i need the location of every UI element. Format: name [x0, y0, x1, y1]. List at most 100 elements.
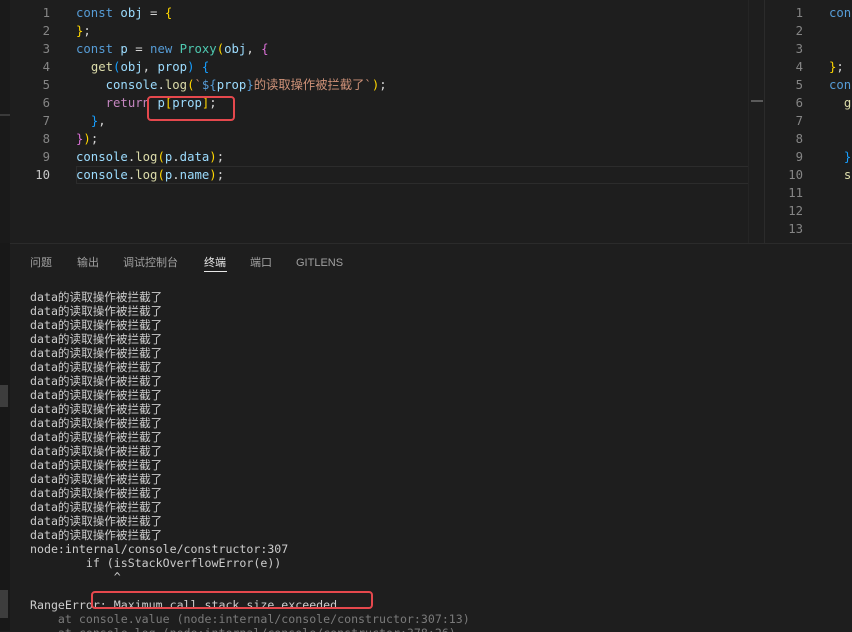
code-token: ` [194, 78, 202, 92]
code-token: ) [83, 132, 91, 146]
code-line[interactable]: 10 se [765, 166, 852, 184]
line-number: 10 [35, 168, 50, 182]
tab-1[interactable]: 输出 [77, 256, 99, 270]
code-token: ) [209, 150, 217, 164]
code-token: ${ [201, 78, 217, 92]
tab-2[interactable]: 调试控制台 [123, 256, 178, 270]
code-line[interactable]: 7 [765, 112, 852, 130]
code-line[interactable]: 9 console.log(p.data); [10, 148, 762, 166]
code-line[interactable]: 9 } [765, 148, 852, 166]
code-token: cons [829, 78, 852, 92]
editor-right-pane[interactable]: 1cons234};5cons6 ge789 }10 se111213 [764, 0, 852, 243]
code-line[interactable]: 8 [765, 130, 852, 148]
code-token: log [135, 150, 158, 164]
terminal-line: if (isStackOverflowError(e)) [30, 556, 282, 570]
code-token: { [261, 42, 269, 56]
code-line[interactable]: 1 const obj = { [10, 4, 762, 22]
terminal-line: data的读取操作被拦截了 [30, 360, 163, 374]
code-token: ; [83, 24, 91, 38]
code-token: ( [157, 168, 165, 182]
code-token: ; [836, 60, 844, 74]
tab-4[interactable]: 端口 [250, 256, 272, 270]
minimap[interactable] [748, 0, 765, 243]
code-line[interactable]: 1 cons [765, 4, 852, 22]
code-line[interactable]: 4 get(obj, prop) { [10, 58, 762, 76]
line-number: 12 [788, 204, 803, 218]
line-number: 6 [42, 96, 50, 110]
code-token: ( [157, 150, 165, 164]
terminal-line: data的读取操作被拦截了 [30, 318, 163, 332]
terminal-line: ^ [30, 570, 121, 584]
code-line[interactable]: 7 }, [10, 112, 762, 130]
line-number: 6 [795, 96, 803, 110]
terminal-line: data的读取操作被拦截了 [30, 528, 163, 542]
code-token: , [246, 42, 262, 56]
code-line[interactable]: 4}; [765, 58, 852, 76]
code-line[interactable]: 6 return p[prop]; [10, 94, 762, 112]
tab-5[interactable]: GITLENS [296, 256, 343, 270]
highlight-box-return [147, 96, 235, 121]
tab-3[interactable]: 终端 [204, 256, 226, 270]
code-token: p [120, 42, 128, 56]
code-line[interactable]: 13 [765, 220, 852, 238]
code-text: }, [76, 112, 106, 130]
code-token: obj [120, 60, 143, 74]
code-token: ge [843, 96, 852, 110]
code-editor[interactable]: 1 const obj = {2}; 3 const p = new Proxy(ob… [0, 0, 852, 243]
code-text: const p = new Proxy(obj, { [76, 40, 269, 58]
edge-marker [0, 590, 8, 618]
code-token: { [164, 6, 173, 20]
code-token: name [179, 168, 210, 182]
code-token: . [157, 78, 165, 92]
terminal-line: data的读取操作被拦截了 [30, 458, 163, 472]
terminal-line: data的读取操作被拦截了 [30, 514, 163, 528]
code-line[interactable]: 5 console.log(`${prop}的读取操作被拦截了`); [10, 76, 762, 94]
code-token: = [142, 6, 165, 20]
line-number: 1 [795, 6, 803, 20]
code-text: se [829, 166, 852, 184]
code-text: }; [829, 58, 844, 76]
editor-left-pane[interactable]: 1 const obj = {2}; 3 const p = new Proxy(ob… [10, 0, 762, 243]
bottom-panel: 问题 输出 调试控制台 终端 端口 GITLENS data的读取操作被拦截了 data的读… [10, 243, 852, 632]
code-token: obj [224, 42, 247, 56]
code-line[interactable]: 12 [765, 202, 852, 220]
code-line[interactable]: 2}; [10, 22, 762, 40]
code-token: . [172, 168, 180, 182]
code-token: log [135, 168, 158, 182]
terminal-line: data的读取操作被拦截了 [30, 416, 163, 430]
code-token: data [179, 150, 210, 164]
line-number: 2 [42, 24, 50, 38]
line-number: 9 [42, 150, 50, 164]
code-text: ge [829, 94, 852, 112]
line-number: 10 [788, 168, 803, 182]
tab-0[interactable]: 问题 [30, 256, 52, 270]
line-number: 3 [795, 42, 803, 56]
code-token: Proxy [179, 42, 217, 56]
terminal-line: data的读取操作被拦截了 [30, 290, 163, 304]
minimap-marker [751, 100, 763, 102]
terminal-line: data的读取操作被拦截了 [30, 304, 163, 318]
code-line[interactable]: 5 cons [765, 76, 852, 94]
terminal-line: data的读取操作被拦截了 [30, 486, 163, 500]
code-token: console [105, 78, 158, 92]
code-line[interactable]: 2 [765, 22, 852, 40]
code-line[interactable]: 10 console.log(p.name); [10, 166, 762, 184]
code-text: get(obj, prop) { [76, 58, 210, 76]
code-text: }; [76, 22, 91, 40]
code-line[interactable]: 11 [765, 184, 852, 202]
code-line[interactable]: 3 const p = new Proxy(obj, { [10, 40, 762, 58]
code-token: console [76, 150, 128, 164]
code-line[interactable]: 3 [765, 40, 852, 58]
terminal-line: data的读取操作被拦截了 [30, 374, 163, 388]
code-line[interactable]: 6 ge [765, 94, 852, 112]
edge-marker [0, 385, 8, 407]
code-text: console.log(`${prop}的读取操作被拦截了`); [76, 76, 387, 94]
line-number: 7 [42, 114, 50, 128]
code-text: }); [76, 130, 98, 148]
code-line[interactable]: 8}); [10, 130, 762, 148]
code-token: . [172, 150, 180, 164]
